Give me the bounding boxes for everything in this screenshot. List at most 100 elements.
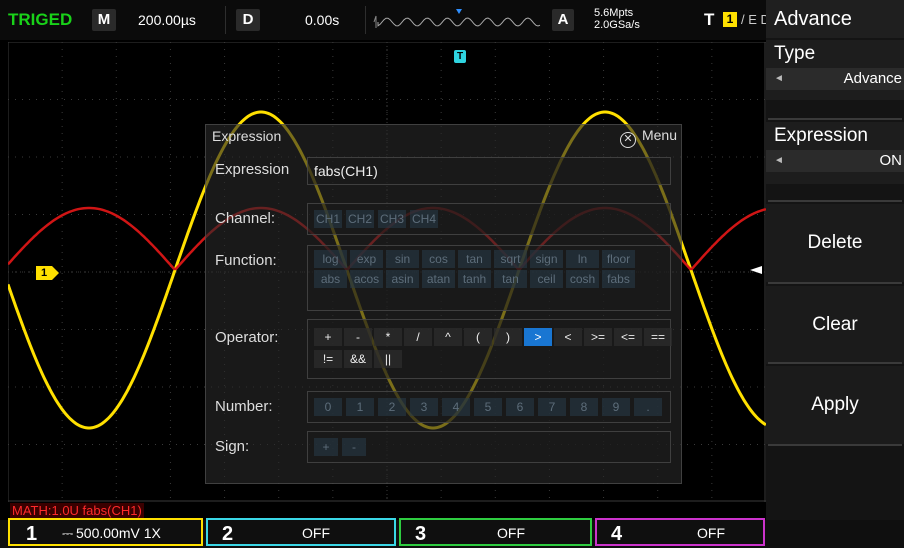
number-key[interactable]: 7 [538,398,566,416]
close-circle-icon: ✕ [619,132,636,148]
operator-key[interactable]: == [644,328,672,346]
function-key[interactable]: asin [386,270,419,288]
function-row: Function: log exp sin cos tan sqrt sign ln floor… [206,245,681,311]
function-key[interactable]: ceil [530,270,563,288]
expression-option[interactable]: Expression ◄ ON [766,122,904,184]
divider [768,444,902,446]
operator-key[interactable]: < [554,328,582,346]
number-key[interactable]: 2 [378,398,406,416]
function-key[interactable]: tan [458,250,491,268]
function-key[interactable]: sign [530,250,563,268]
apply-button[interactable]: Apply [766,366,904,444]
function-key[interactable]: log [314,250,347,268]
channel-key[interactable]: CH2 [346,210,374,228]
function-key[interactable]: cosh [566,270,599,288]
function-key[interactable]: sin [386,250,419,268]
number-key[interactable]: 0 [314,398,342,416]
function-key[interactable]: cos [422,250,455,268]
channel-4-status: OFF [697,525,725,541]
left-arrow-icon: ◄ [774,73,784,84]
operator-key[interactable]: || [374,350,402,368]
function-key[interactable]: sqrt [494,250,527,268]
number-key[interactable]: 9 [602,398,630,416]
operator-key[interactable]: ) [494,328,522,346]
number-key[interactable]: 6 [506,398,534,416]
function-key[interactable]: floor [602,250,635,268]
divider [768,118,902,120]
channel-2-number: 2 [222,523,234,545]
sign-row-label: Sign: [215,438,250,455]
function-key[interactable]: tan [494,270,527,288]
channel-3-number: 3 [415,523,427,545]
number-key[interactable]: 4 [442,398,470,416]
operator-key[interactable]: <= [614,328,642,346]
channel-3-tab[interactable]: 3 OFF [399,518,592,546]
operator-key[interactable]: ^ [434,328,462,346]
waveform-overview-icon[interactable] [372,8,546,32]
operator-row: Operator: + - * / ^() > < >= <= == != && || [206,319,681,379]
expression-row: Expression fabs(CH1) [206,157,681,187]
channel-2-tab[interactable]: 2 OFF [206,518,396,546]
math-label: MATH:1.0U fabs(CH1) [10,503,144,518]
sign-key[interactable]: - [342,438,366,456]
memory-depth: 5.6Mpts [594,7,634,19]
operator-key[interactable]: * [374,328,402,346]
ref-arrow-icon [750,266,762,274]
trigger-label[interactable]: T [704,0,714,40]
channel-keys: CH1 CH2 CH3 CH4 [307,203,671,235]
number-key[interactable]: 1 [346,398,374,416]
divider [768,282,902,284]
type-value-field: ◄ Advance [766,68,904,90]
function-key[interactable]: fabs [602,270,635,288]
menu-label: Menu [641,127,677,143]
channel-1-number: 1 [26,523,38,545]
operator-key[interactable]: && [344,350,372,368]
delete-button[interactable]: Delete [766,204,904,282]
channel-1-scale: 500.00mV 1X [76,525,161,541]
mode-label[interactable]: M [92,9,116,31]
sign-row: Sign: + - [206,431,681,463]
number-key[interactable]: . [634,398,662,416]
delay-value[interactable]: 0.00s [305,0,339,40]
channel-row-label: Channel: [215,210,276,227]
delay-label[interactable]: D [236,9,260,31]
number-key[interactable]: 3 [410,398,438,416]
number-key[interactable]: 8 [570,398,598,416]
number-key[interactable]: 5 [474,398,502,416]
expression-row-label: Expression [215,161,290,178]
status-bar: TRIGED M 200.00µs D 0.00s A 5.6Mpts 2.0G… [0,0,770,40]
ch1-offset-arrow-icon [52,266,59,280]
number-row: Number: 0123456789. [206,391,681,423]
trigger-position-marker[interactable]: T [454,50,466,63]
function-key[interactable]: atan [422,270,455,288]
channel-4-tab[interactable]: 4 OFF [595,518,765,546]
operator-key[interactable]: != [314,350,342,368]
channel-key[interactable]: CH1 [314,210,342,228]
operator-key[interactable]: ( [464,328,492,346]
function-key[interactable]: ln [566,250,599,268]
dialog-menu-button[interactable]: ✕ Menu [619,127,677,148]
number-keys: 0123456789. [307,391,671,423]
operator-key[interactable]: + [314,328,342,346]
acquire-label[interactable]: A [552,9,574,31]
clear-button[interactable]: Clear [766,286,904,364]
function-key[interactable]: tanh [458,270,491,288]
operator-key[interactable]: / [404,328,432,346]
type-label: Type [774,43,816,64]
function-key[interactable]: exp [350,250,383,268]
channel-key[interactable]: CH3 [378,210,406,228]
type-option[interactable]: Type ◄ Advance [766,40,904,100]
operator-key[interactable]: - [344,328,372,346]
function-key[interactable]: abs [314,270,347,288]
expression-field[interactable]: fabs(CH1) [307,157,671,185]
sign-key[interactable]: + [314,438,338,456]
function-key[interactable]: acos [350,270,383,288]
channel-3-status: OFF [497,525,525,541]
expression-label: Expression [774,125,868,146]
operator-key[interactable]: >= [584,328,612,346]
ch1-offset-marker[interactable]: 1 [36,266,52,280]
timebase-value[interactable]: 200.00µs [138,0,196,40]
operator-key[interactable]: > [524,328,552,346]
channel-1-tab[interactable]: 1 ⎓ 500.00mV 1X [8,518,203,546]
channel-key[interactable]: CH4 [410,210,438,228]
